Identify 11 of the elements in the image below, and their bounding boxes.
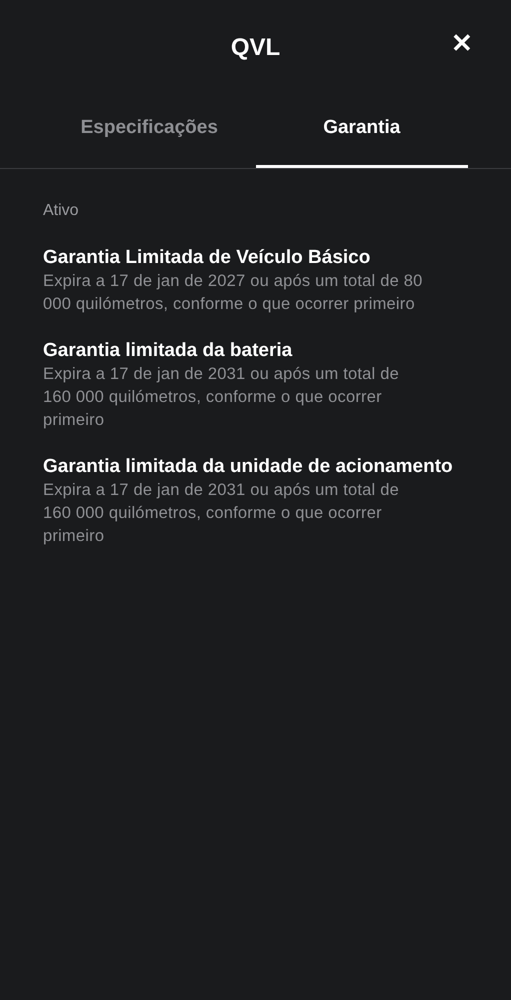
warranty-title: Garantia Limitada de Veículo Básico	[43, 246, 372, 270]
warranty-description: Expira a 17 de jan de 2031 ou após um total de 160 000 quilómetros, conforme o que ocorrer primeiro	[43, 480, 400, 546]
warranty-description: Expira a 17 de jan de 2027 ou após um total de 80 000 quilómetros, conforme o que ocorrer primeiro	[43, 270, 424, 314]
close-button[interactable]: ✕	[451, 30, 473, 56]
section-label: Ativo	[43, 202, 79, 218]
warranty-description: Expira a 17 de jan de 2031 ou após um total de 160 000 quilómetros, conforme o que ocorrer primeiro	[43, 364, 400, 430]
tab[interactable]: Garantia	[256, 102, 468, 168]
warranty-title: Garantia limitada da unidade de acionamento	[43, 454, 454, 478]
tab[interactable]: Especificações	[43, 102, 256, 168]
modal-title: QVL	[230, 33, 280, 63]
warranty-title: Garantia limitada da bateria	[43, 338, 294, 362]
